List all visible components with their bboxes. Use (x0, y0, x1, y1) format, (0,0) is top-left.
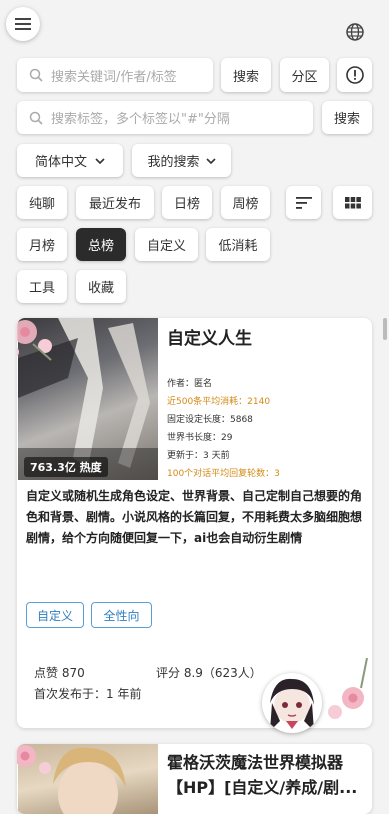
character-card[interactable]: 霍格沃茨魔法世界模拟器【HP】[自定义/养成/剧... (17, 744, 372, 814)
card-fixed-length: 固定设定长度：5868 (167, 415, 253, 425)
card-updated: 更新于：3 天前 (167, 451, 230, 461)
sort-icon (295, 196, 312, 209)
flower-decoration (17, 745, 51, 774)
language-dropdown[interactable]: 简体中文 (17, 144, 123, 177)
card-rating: 评分 8.9（623人） (156, 666, 262, 680)
filter-custom[interactable]: 自定义 (135, 228, 198, 261)
card-first-published: 首次发布于：1 年前 (34, 687, 142, 701)
card-avg-cost: 近500条平均消耗：2140 (167, 397, 271, 407)
filter-tools[interactable]: 工具 (17, 270, 67, 303)
my-search-dropdown[interactable]: 我的搜索 (132, 144, 231, 177)
alert-circle-icon (345, 66, 364, 84)
heat-badge: 763.3亿 热度 (24, 457, 108, 477)
card-title[interactable]: 自定义人生 (167, 324, 252, 349)
flower-decoration (328, 658, 368, 719)
info-button[interactable] (337, 58, 372, 92)
globe-icon (346, 23, 364, 41)
card-likes: 点赞 870 (34, 666, 85, 680)
language-dropdown-label: 简体中文 (34, 155, 87, 170)
grid-view-button[interactable] (333, 186, 372, 219)
tag-custom[interactable]: 自定义 (26, 602, 84, 628)
search-button[interactable]: 搜索 (221, 58, 271, 92)
card-title[interactable]: 霍格沃茨魔法世界模拟器【HP】[自定义/养成/剧... (167, 750, 367, 800)
card-description: 自定义或随机生成角色设定、世界背景、自己定制自己想要的角色和背景、剧情。小说风格… (26, 489, 363, 545)
tag-search-button[interactable]: 搜索 (322, 101, 372, 134)
search-icon (29, 68, 43, 82)
my-search-label: 我的搜索 (147, 155, 200, 170)
card-world-length: 世界书长度：29 (167, 433, 233, 443)
filter-recent[interactable]: 最近发布 (76, 186, 154, 219)
region-button[interactable]: 分区 (280, 58, 329, 92)
language-globe-button[interactable] (345, 22, 365, 46)
sort-button[interactable] (286, 186, 321, 219)
search-icon (29, 111, 43, 125)
character-card[interactable]: 763.3亿 热度 自定义人生 作者：匿名 近500条平均消耗：2140 固定设… (17, 318, 372, 728)
keyword-search-placeholder: 搜索关键词/作者/标签 (51, 69, 177, 85)
filter-monthly[interactable]: 月榜 (17, 228, 67, 261)
scrollbar-thumb[interactable] (383, 318, 387, 340)
chevron-down-icon (205, 157, 216, 164)
avatar-illustration (270, 678, 314, 731)
flower-decoration (17, 320, 52, 361)
filter-favorites[interactable]: 收藏 (76, 270, 126, 303)
filter-chat[interactable]: 纯聊 (17, 186, 67, 219)
filter-weekly[interactable]: 周榜 (221, 186, 270, 219)
card-author: 作者：匿名 (167, 379, 213, 389)
floating-avatar[interactable] (262, 673, 322, 733)
filter-total[interactable]: 总榜 (76, 228, 126, 261)
grid-icon (344, 196, 361, 208)
tag-all-orientation[interactable]: 全性向 (91, 602, 152, 628)
filter-low-cost[interactable]: 低消耗 (206, 228, 270, 261)
card-avg-rounds: 100个对话平均回复轮数：3 (167, 469, 280, 479)
tag-search-placeholder: 搜索标签，多个标签以"#"分隔 (51, 112, 230, 127)
tag-search-input[interactable]: 搜索标签，多个标签以"#"分隔 (17, 101, 313, 134)
keyword-search-input[interactable]: 搜索关键词/作者/标签 (17, 58, 213, 92)
hamburger-icon (15, 18, 31, 30)
chevron-down-icon (95, 157, 105, 164)
filter-daily[interactable]: 日榜 (162, 186, 212, 219)
menu-button[interactable] (6, 7, 40, 41)
